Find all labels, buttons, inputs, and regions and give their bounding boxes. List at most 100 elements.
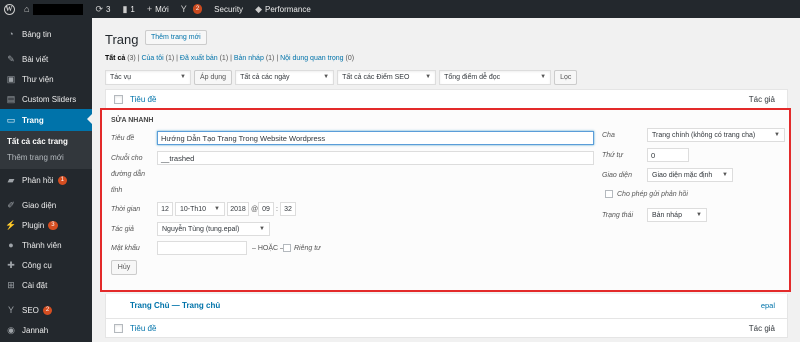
plugin-icon: ⚡: [5, 219, 17, 230]
row-author-link[interactable]: epal: [761, 301, 775, 310]
month-value: 10-Th10: [180, 205, 207, 213]
seo-score-select[interactable]: Tất cả các Điểm SEO ▼: [337, 69, 437, 85]
parent-select[interactable]: Trang chính (không có trang cha) ▼: [647, 128, 785, 142]
wordpress-logo-icon[interactable]: W: [0, 0, 18, 18]
column-author-footer: Tác giả: [748, 323, 775, 333]
menu-item-dashboard[interactable]: ◔ Bảng tin: [0, 24, 92, 44]
menu-item-settings[interactable]: ⊞ Cài đặt: [0, 275, 92, 295]
readability-select[interactable]: Tổng điểm dễ đọc ▼: [439, 69, 552, 85]
private-checkbox[interactable]: [283, 244, 291, 252]
month-select[interactable]: 10-Th10 ▼: [175, 202, 225, 216]
site-name-link[interactable]: ⌂: [18, 0, 89, 18]
table-footer: Tiêu đề Tác giả: [105, 318, 788, 338]
menu-item-custom-sliders[interactable]: ▤ Custom Sliders: [0, 89, 92, 109]
yoast-menu[interactable]: Y 2: [175, 0, 208, 18]
settings-icon: ⊞: [7, 279, 15, 290]
row-title-link[interactable]: Trang Chủ — Trang chủ: [130, 301, 220, 310]
menu-label: Công cụ: [22, 260, 52, 270]
filter-cornerstone[interactable]: Nội dung quan trọng: [280, 55, 343, 62]
menu-item-posts[interactable]: ✎ Bài viết: [0, 49, 92, 69]
year-input[interactable]: 2018: [227, 202, 249, 216]
author-select[interactable]: Nguyễn Tùng (tung.epal) ▼: [157, 222, 270, 236]
comment-icon: ▰: [7, 174, 15, 185]
status-value: Bản nháp: [652, 211, 682, 219]
date-label: Thời gian: [111, 206, 141, 213]
add-new-page-button[interactable]: Thêm trang mới: [145, 30, 207, 45]
comment-icon: ▮: [122, 3, 128, 14]
menu-label: Thư viện: [22, 74, 54, 84]
date-filter-select[interactable]: Tất cả các ngày ▼: [235, 69, 335, 85]
updates-link[interactable]: ⟳ 3: [89, 0, 116, 18]
menu-item-tools[interactable]: ✚ Công cụ: [0, 255, 92, 275]
menu-item-jannah[interactable]: ◉ Jannah: [0, 320, 92, 340]
media-icon: ▣: [6, 73, 16, 84]
filter-published[interactable]: Đã xuất bản: [180, 55, 218, 62]
comments-link[interactable]: ▮ 1: [116, 0, 140, 18]
menu-label: Jannah: [22, 325, 49, 335]
slides-icon: ▤: [6, 93, 16, 104]
security-menu[interactable]: Security: [208, 0, 249, 18]
column-title-header[interactable]: Tiêu đề: [130, 95, 156, 104]
allow-comments-checkbox[interactable]: [605, 190, 613, 198]
menu-item-appearance[interactable]: ✐ Giao diện: [0, 195, 92, 215]
pin-icon: ✎: [7, 53, 15, 64]
template-select[interactable]: Giao diện mặc định ▼: [647, 168, 733, 182]
performance-menu[interactable]: ◆ Performance: [249, 0, 317, 18]
bulk-action-select[interactable]: Tác vụ ▼: [105, 69, 191, 85]
plugins-badge: 3: [48, 220, 58, 230]
menu-item-pages[interactable]: ▭ Trang: [0, 109, 92, 131]
title-input[interactable]: Hướng Dẫn Tạo Trang Trong Website Wordpr…: [157, 131, 594, 145]
comments-badge: 1: [57, 175, 67, 185]
submenu-add-new-page[interactable]: Thêm trang mới: [7, 153, 64, 162]
parent-value: Trang chính (không có trang cha): [652, 131, 756, 139]
menu-item-comments[interactable]: ▰ Phản hồi 1: [0, 170, 92, 190]
slug-label-line1: Chuỗi cho: [111, 155, 143, 162]
chevron-down-icon: ▼: [425, 74, 432, 80]
select-all-checkbox-footer[interactable]: [114, 323, 123, 333]
filter-all[interactable]: Tất cả: [105, 55, 125, 62]
table-header: Tiêu đề Tác giả: [105, 89, 788, 109]
day-input[interactable]: 12: [157, 202, 173, 216]
select-all-checkbox[interactable]: [114, 94, 123, 104]
home-icon: ⌂: [24, 4, 30, 14]
filter-button[interactable]: Lọc: [554, 69, 578, 85]
order-input[interactable]: 0: [647, 148, 689, 162]
password-input[interactable]: [157, 241, 247, 255]
menu-item-users[interactable]: ● Thành viên: [0, 235, 92, 255]
status-select[interactable]: Bản nháp ▼: [647, 208, 707, 222]
seo-icon: Y: [7, 305, 14, 315]
cancel-button[interactable]: Hủy: [111, 260, 137, 275]
or-separator: – HOẶC –: [252, 245, 284, 252]
submenu-all-pages[interactable]: Tất cả các trang: [7, 137, 68, 146]
chevron-down-icon: ▼: [540, 74, 547, 80]
hour-input[interactable]: 09: [258, 202, 274, 216]
chevron-down-icon: ▼: [774, 132, 780, 138]
order-label: Thứ tự: [602, 152, 623, 159]
menu-item-plugins[interactable]: ⚡ Plugin 3: [0, 215, 92, 235]
table-nav: Tác vụ ▼ Áp dụng Tất cả các ngày ▼ Tất c…: [105, 69, 578, 85]
page-title: Trang: [105, 32, 139, 47]
apply-button[interactable]: Áp dụng: [194, 69, 233, 85]
filter-cornerstone-count: (0): [345, 55, 355, 62]
filter-all-count: (3): [127, 55, 136, 62]
performance-icon: ◆: [255, 3, 262, 14]
menu-label: Cài đặt: [22, 280, 48, 290]
menu-label: SEO: [22, 305, 39, 315]
new-label: Mới: [155, 4, 169, 14]
refresh-icon: ⟳: [95, 3, 103, 14]
allow-comments-label: Cho phép gửi phản hồi: [617, 191, 688, 198]
admin-side-menu: ◔ Bảng tin ✎ Bài viết ▣ Thư viện ▤ Custo…: [0, 18, 92, 342]
bulk-action-value: Tác vụ: [110, 73, 132, 81]
filter-drafts[interactable]: Bản nháp: [234, 55, 264, 62]
minute-input[interactable]: 32: [280, 202, 296, 216]
template-value: Giao diện mặc định: [652, 171, 713, 179]
seo-badge: 2: [42, 305, 53, 315]
filter-published-count: (1): [219, 55, 229, 62]
menu-item-media[interactable]: ▣ Thư viện: [0, 69, 92, 89]
column-title-footer[interactable]: Tiêu đề: [130, 324, 156, 333]
time-separator: :: [276, 206, 278, 213]
filter-mine[interactable]: Của tôi: [141, 55, 163, 62]
menu-item-seo[interactable]: Y SEO 2: [0, 300, 92, 320]
new-content-link[interactable]: + Mới: [141, 0, 175, 18]
slug-input[interactable]: __trashed: [157, 151, 594, 165]
